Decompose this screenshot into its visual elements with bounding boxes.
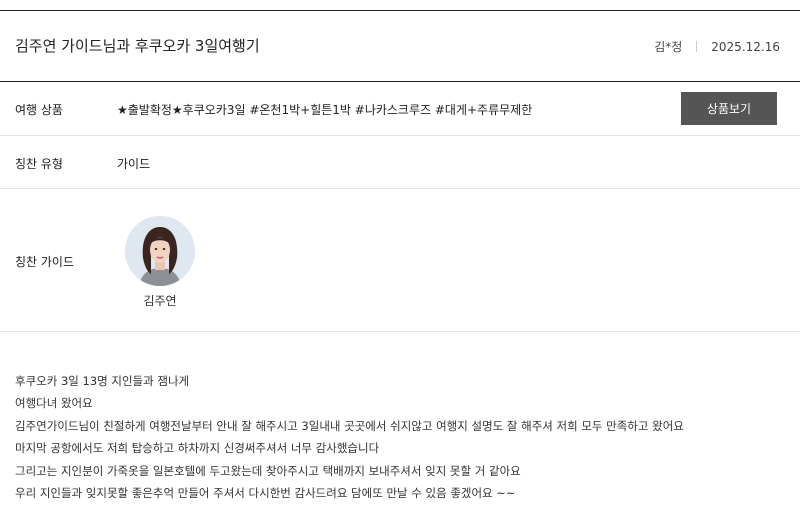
view-product-button[interactable]: 상품보기 (681, 92, 777, 125)
product-value: ★출발확정★후쿠오카3일 #온천1박+힐튼1박 #나카스크루즈 #대게+주류무제… (117, 103, 533, 117)
praise-type-value: 가이드 (117, 157, 151, 171)
guide-label: 칭찬 가이드 (15, 255, 75, 269)
review-date: 2025.12.16 (711, 39, 780, 54)
content-line: 마지막 공항에서도 저희 탑승하고 하차까지 신경써주셔서 너무 감사했습니다 (15, 441, 380, 456)
praise-type-row: 칭찬 유형 가이드 (0, 136, 800, 189)
review-author: 김*정 (654, 40, 683, 54)
review-detail: 김주연 가이드님과 후쿠오카 3일여행기 김*정 2025.12.16 여행 상… (0, 0, 800, 521)
content-line: 후쿠오카 3일 13명 지인들과 잼나게 (15, 374, 190, 388)
guide-photo-icon (125, 216, 195, 286)
review-meta: 김*정 2025.12.16 (654, 38, 780, 55)
content-line: 여행다녀 왔어요 (15, 396, 93, 411)
content-line: 우리 지인들과 잊지못할 좋은추억 만들어 주셔서 다시한번 감사드려요 담에또… (15, 486, 516, 501)
product-row: 여행 상품 ★출발확정★후쿠오카3일 #온천1박+힐튼1박 #나카스크루즈 #대… (0, 82, 800, 136)
review-title: 김주연 가이드님과 후쿠오카 3일여행기 (15, 37, 260, 55)
praise-type-label: 칭찬 유형 (15, 157, 63, 171)
guide-name: 김주연 (143, 294, 177, 308)
guide-avatar[interactable] (125, 216, 195, 286)
review-header: 김주연 가이드님과 후쿠오카 3일여행기 김*정 2025.12.16 (0, 11, 800, 81)
product-label: 여행 상품 (15, 103, 63, 117)
content-line: 김주연가이드님이 친절하게 여행전날부터 안내 잘 해주시고 3일내내 곳곳에서… (15, 418, 684, 433)
guide-row: 칭찬 가이드 김주연 (0, 189, 800, 332)
meta-separator (696, 41, 698, 52)
content-line: 그리고는 지인분이 가죽옷을 일본호텔에 두고왔는데 찾아주시고 택배까지 보내… (15, 463, 521, 478)
review-content: 후쿠오카 3일 13명 지인들과 잼나게 여행다녀 왔어요 김주연가이드님이 친… (15, 370, 684, 504)
